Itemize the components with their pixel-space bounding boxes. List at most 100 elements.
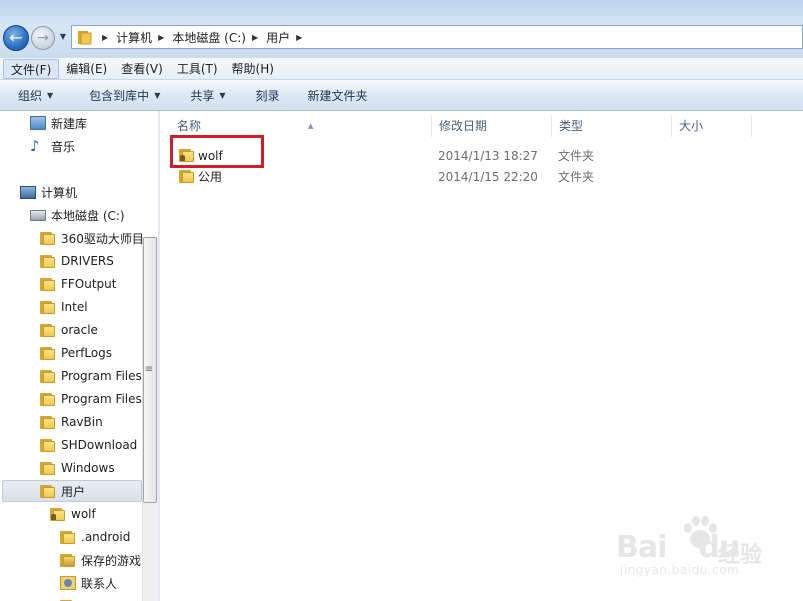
nav-item-label: SHDownload [61,438,138,452]
nav-item-contacts[interactable]: 联系人 [60,572,117,594]
chevron-right-icon[interactable]: ▶ [158,33,164,42]
nav-item-label: RavBin [61,415,103,429]
music-icon: ♪ [30,137,40,155]
menu-help[interactable]: 帮助(H) [225,59,281,79]
nav-item-label: 音乐 [51,139,76,154]
nav-item-label: 用户 [61,484,86,499]
nav-item-new-library[interactable]: 新建库 [30,112,87,134]
dropdown-arrow-icon: ▼ [154,90,161,100]
dropdown-arrow-icon: ▼ [219,90,226,100]
forward-button[interactable]: → [31,26,55,50]
user-folder-icon [50,507,66,521]
nav-item-local-disk[interactable]: 本地磁盘 (C:) [30,204,125,226]
nav-item-label: 新建库 [51,116,88,131]
nav-item-folder[interactable]: SHDownload [40,434,137,456]
paw-icon [684,516,717,548]
folder-icon [40,484,56,498]
nav-item-music[interactable]: ♪ 音乐 [30,135,75,157]
column-header-name[interactable]: 名称 ▲ [170,115,432,137]
nav-item-folder[interactable]: FFOutput [40,273,117,295]
folder-icon [179,169,195,189]
arrow-right-icon: → [37,30,49,46]
sort-ascending-icon: ▲ [308,122,314,130]
folder-icon [40,392,56,406]
nav-item-wolf[interactable]: wolf [50,503,96,525]
nav-item-label: DRIVERS [61,254,114,268]
nav-item-label: 保存的游戏 [81,553,142,568]
chevron-right-icon[interactable]: ▶ [102,33,108,42]
nav-item-users[interactable]: 用户 [2,480,142,502]
folder-icon [40,415,56,429]
breadcrumb-computer[interactable]: 计算机 [116,29,152,46]
nav-item-folder[interactable]: PerfLogs [40,342,112,364]
column-header-label: 名称 [177,119,202,133]
nav-item-folder[interactable]: oracle [40,319,98,341]
menu-tools[interactable]: 工具(T) [170,59,225,79]
folder-icon [40,254,56,268]
organize-button[interactable]: 组织 ▼ [9,87,62,104]
nav-item-label: Program Files [61,369,142,383]
dropdown-arrow-icon: ▼ [47,90,54,100]
menu-view[interactable]: 查看(V) [114,59,170,79]
drive-icon [30,209,46,221]
nav-item-label: Windows [61,461,115,475]
column-header-label: 大小 [679,119,704,133]
folder-icon [74,26,96,48]
chevron-right-icon[interactable]: ▶ [252,33,258,42]
folder-icon [40,300,56,314]
nav-item-folder[interactable]: Program Files [40,365,142,387]
back-button[interactable]: ← [3,25,29,51]
burn-button[interactable]: 刻录 [247,87,289,104]
nav-item-folder[interactable]: DRIVERS [40,250,114,272]
share-button[interactable]: 共享 ▼ [181,87,234,104]
recent-pages-button[interactable]: ▼ [57,31,69,43]
menu-bar: 文件(F) 编辑(E) 查看(V) 工具(T) 帮助(H) [0,58,803,80]
column-header-type[interactable]: 类型 [552,115,672,137]
file-date: 2014/1/13 18:27 [438,149,538,163]
library-icon [30,116,46,130]
nav-item-folder[interactable]: RavBin [40,411,103,433]
watermark-url: jingyan.baidu.com [620,563,740,577]
nav-item-label: Intel [61,300,88,314]
nav-item-label: .android [81,530,131,544]
nav-item-folder[interactable]: Windows [40,457,115,479]
breadcrumb-users[interactable]: 用户 [266,29,290,46]
nav-item-computer[interactable]: 计算机 [20,181,77,203]
folder-icon [40,323,56,337]
nav-item-folder[interactable]: Intel [40,296,88,318]
breadcrumb-local-disk[interactable]: 本地磁盘 (C:) [172,29,246,46]
address-field[interactable]: ▶ 计算机 ▶ 本地磁盘 (C:) ▶ 用户 ▶ [71,25,803,49]
nav-item-label: PerfLogs [61,346,113,360]
scroll-grip-icon: ≡ [144,364,154,375]
include-in-library-button[interactable]: 包含到库中 ▼ [80,87,169,104]
nav-item-folder[interactable]: .android [60,526,130,548]
menu-edit[interactable]: 编辑(E) [59,59,114,79]
folder-icon [40,231,56,245]
navigation-pane[interactable]: 新建库 ♪ 音乐 计算机 本地磁盘 (C:) 360驱动大师目 DRIVERS … [0,111,158,601]
command-bar: 组织 ▼ 包含到库中 ▼ 共享 ▼ 刻录 新建文件夹 [0,80,803,111]
contacts-icon [60,576,76,590]
nav-item-label: 计算机 [41,185,78,200]
new-folder-button[interactable]: 新建文件夹 [299,87,377,104]
menu-file[interactable]: 文件(F) [3,58,60,79]
nav-item-folder[interactable]: Program Files [40,388,142,410]
nav-item-saved-games[interactable]: 保存的游戏 [60,549,141,571]
column-header-size[interactable]: 大小 [672,115,752,137]
include-in-library-label: 包含到库中 [89,88,150,103]
folder-icon [40,346,56,360]
column-header-label: 修改日期 [439,119,488,133]
file-row-public[interactable]: 公用 2014/1/15 22:20 文件夹 [160,167,803,187]
file-name: 公用 [198,170,223,184]
organize-label: 组织 [18,88,43,103]
chevron-down-icon: ▼ [59,32,67,41]
file-type: 文件夹 [558,149,595,163]
column-header-date[interactable]: 修改日期 [432,115,552,137]
nav-item-label: oracle [61,323,98,337]
chevron-right-icon[interactable]: ▶ [296,33,302,42]
annotation-highlight-box [170,135,264,168]
nav-item-partial [60,595,76,601]
nav-item-label: wolf [71,507,96,521]
nav-item-folder[interactable]: 360驱动大师目 [40,227,144,249]
address-bar-area: ← → ▼ ▶ 计算机 ▶ 本地磁盘 (C:) ▶ 用户 ▶ [0,0,803,58]
file-type: 文件夹 [558,170,595,184]
